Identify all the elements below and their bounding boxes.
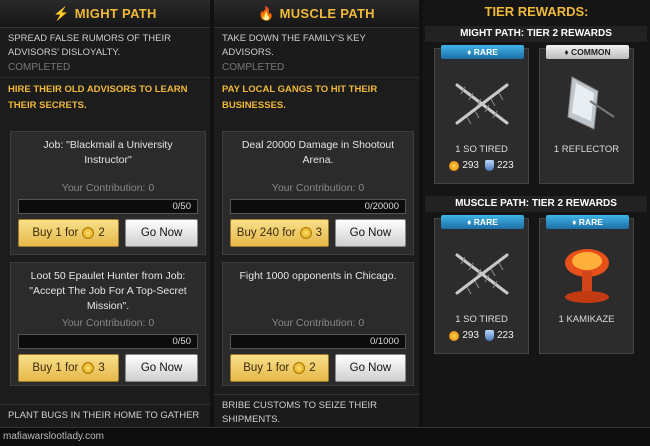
buy-cost: 3 — [98, 362, 105, 374]
active-task: PAY LOCAL GANGS TO HIT THEIR BUSINESSES. — [214, 78, 419, 128]
next-task: BRIBE CUSTOMS TO SEIZE THEIR SHIPMENTS. — [214, 394, 419, 428]
reward-card[interactable]: ♦ RARE 1 SO TIRED 293 223 — [434, 45, 529, 184]
buy-button[interactable]: Buy 240 for 3 — [230, 219, 329, 247]
muscle-path-column: 🔥 MUSCLE PATH TAKE DOWN THE FAMILY'S KEY… — [214, 0, 419, 446]
rarity-badge: ♦ RARE — [441, 215, 524, 229]
rarity-badge: ♦ COMMON — [546, 45, 629, 59]
rarity-badge: ♦ RARE — [546, 215, 629, 229]
reward-card[interactable]: ♦ RARE 1 SO TIRED 293 223 — [434, 215, 529, 354]
lightning-icon: ⚡ — [53, 5, 70, 21]
progress-value: 0/50 — [172, 201, 192, 212]
muscle-path-title: MUSCLE PATH — [279, 6, 375, 21]
progress-value: 0/50 — [172, 336, 192, 347]
explosion-icon — [565, 249, 609, 303]
flame-icon: 🔥 — [258, 5, 275, 21]
job-card: Loot 50 Epaulet Hunter from Job: "Accept… — [10, 262, 206, 386]
progress-value: 0/20000 — [364, 201, 399, 212]
go-now-button[interactable]: Go Now — [334, 219, 406, 247]
defense-value: 223 — [497, 330, 514, 341]
reward-name: 1 SO TIRED — [455, 314, 508, 325]
defense-shield-icon — [485, 330, 494, 341]
task-text: HIRE THEIR OLD ADVISORS TO LEARN THEIR S… — [8, 84, 188, 111]
buy-label: Buy 1 for — [243, 362, 290, 374]
completed-task: TAKE DOWN THE FAMILY'S KEY ADVISORS. COM… — [214, 28, 419, 78]
task-text: PAY LOCAL GANGS TO HIT THEIR BUSINESSES. — [222, 84, 378, 111]
job-progress-bar: 0/50 — [18, 199, 198, 214]
job-contribution: Your Contribution: 0 — [271, 317, 365, 329]
attack-value: 293 — [462, 160, 479, 171]
job-card: Deal 20000 Damage in Shootout Arena. You… — [222, 131, 414, 255]
reward-card[interactable]: ♦ RARE 1 KAMIKAZE — [539, 215, 634, 354]
task-status: COMPLETED — [8, 62, 71, 73]
job-name: Job: "Blackmail a University Instructor" — [43, 139, 173, 166]
buy-button[interactable]: Buy 1 for 2 — [18, 219, 120, 247]
progress-value: 0/1000 — [369, 336, 399, 347]
gold-coin-icon — [82, 227, 95, 239]
rarity-label: RARE — [578, 217, 603, 227]
buy-label: Buy 1 for — [32, 227, 79, 239]
job-card: Job: "Blackmail a University Instructor"… — [10, 131, 206, 255]
reward-name: 1 SO TIRED — [455, 144, 508, 155]
attack-icon — [449, 160, 460, 171]
buy-cost: 2 — [309, 362, 316, 374]
task-text: BRIBE CUSTOMS TO SEIZE THEIR SHIPMENTS. — [222, 400, 378, 425]
job-card: Fight 1000 opponents in Chicago. Your Co… — [222, 262, 414, 386]
might-path-title: MIGHT PATH — [74, 6, 157, 21]
crossed-spikes-icon — [455, 83, 509, 125]
reward-stats: 293 223 — [435, 160, 528, 171]
watermark: mafiawarslootlady.com — [3, 431, 104, 442]
defense-value: 223 — [497, 160, 514, 171]
rarity-label: COMMON — [571, 47, 611, 57]
buy-cost: 3 — [315, 227, 323, 239]
muscle-tier-header: MUSCLE PATH: TIER 2 REWARDS — [425, 196, 647, 212]
gold-coin-icon — [299, 227, 312, 239]
reward-name: 1 KAMIKAZE — [558, 314, 615, 325]
job-progress-bar: 0/20000 — [230, 199, 406, 214]
buy-button[interactable]: Buy 1 for 3 — [18, 354, 120, 382]
task-text: TAKE DOWN THE FAMILY'S KEY ADVISORS. — [222, 33, 366, 58]
go-now-button[interactable]: Go Now — [125, 354, 198, 382]
job-contribution: Your Contribution: 0 — [61, 182, 155, 194]
task-text: PLANT BUGS IN THEIR HOME TO GATHER — [8, 410, 200, 421]
task-text: SPREAD FALSE RUMORS OF THEIR ADVISORS' D… — [8, 33, 171, 58]
reward-stats: 293 223 — [435, 330, 528, 341]
gold-coin-icon — [82, 362, 95, 374]
might-tier-header: MIGHT PATH: TIER 2 REWARDS — [425, 26, 647, 42]
job-progress-bar: 0/1000 — [230, 334, 406, 349]
attack-icon — [449, 330, 460, 341]
job-name: Loot 50 Epaulet Hunter from Job: "Accept… — [29, 270, 187, 312]
reward-name: 1 REFLECTOR — [553, 144, 620, 155]
job-contribution: Your Contribution: 0 — [61, 317, 155, 329]
rarity-label: RARE — [473, 47, 498, 57]
go-now-button[interactable]: Go Now — [125, 219, 198, 247]
might-path-column: ⚡ MIGHT PATH SPREAD FALSE RUMORS OF THEI… — [0, 0, 210, 446]
buy-button[interactable]: Buy 1 for 2 — [230, 354, 329, 382]
reward-card[interactable]: ♦ COMMON 1 REFLECTOR — [539, 45, 634, 184]
buy-label: Buy 240 for — [236, 227, 296, 239]
defense-shield-icon — [485, 160, 494, 171]
gold-coin-icon — [293, 362, 306, 374]
job-name: Fight 1000 opponents in Chicago. — [239, 270, 397, 282]
job-contribution: Your Contribution: 0 — [271, 182, 365, 194]
footer-bar: mafiawarslootlady.com — [0, 427, 650, 446]
job-progress-bar: 0/50 — [18, 334, 198, 349]
might-tier-section: MIGHT PATH: TIER 2 REWARDS ♦ RARE 1 SO T… — [425, 26, 647, 192]
muscle-tier-section: MUSCLE PATH: TIER 2 REWARDS ♦ RARE 1 SO … — [425, 196, 647, 362]
muscle-path-header: 🔥 MUSCLE PATH — [214, 0, 419, 28]
go-now-button[interactable]: Go Now — [334, 354, 406, 382]
active-task: HIRE THEIR OLD ADVISORS TO LEARN THEIR S… — [0, 78, 210, 128]
job-name: Deal 20000 Damage in Shootout Arena. — [241, 139, 395, 166]
reflector-icon — [567, 76, 615, 130]
completed-task: SPREAD FALSE RUMORS OF THEIR ADVISORS' D… — [0, 28, 210, 78]
task-status: COMPLETED — [222, 62, 285, 73]
rarity-label: RARE — [473, 217, 498, 227]
tier-rewards-panel: TIER REWARDS: MIGHT PATH: TIER 2 REWARDS… — [423, 0, 650, 446]
tier-rewards-title: TIER REWARDS: — [484, 4, 589, 19]
buy-label: Buy 1 for — [32, 362, 79, 374]
might-path-header: ⚡ MIGHT PATH — [0, 0, 210, 28]
rarity-badge: ♦ RARE — [441, 45, 524, 59]
buy-cost: 2 — [98, 227, 105, 239]
attack-value: 293 — [462, 330, 479, 341]
crossed-spikes-icon — [455, 253, 509, 295]
